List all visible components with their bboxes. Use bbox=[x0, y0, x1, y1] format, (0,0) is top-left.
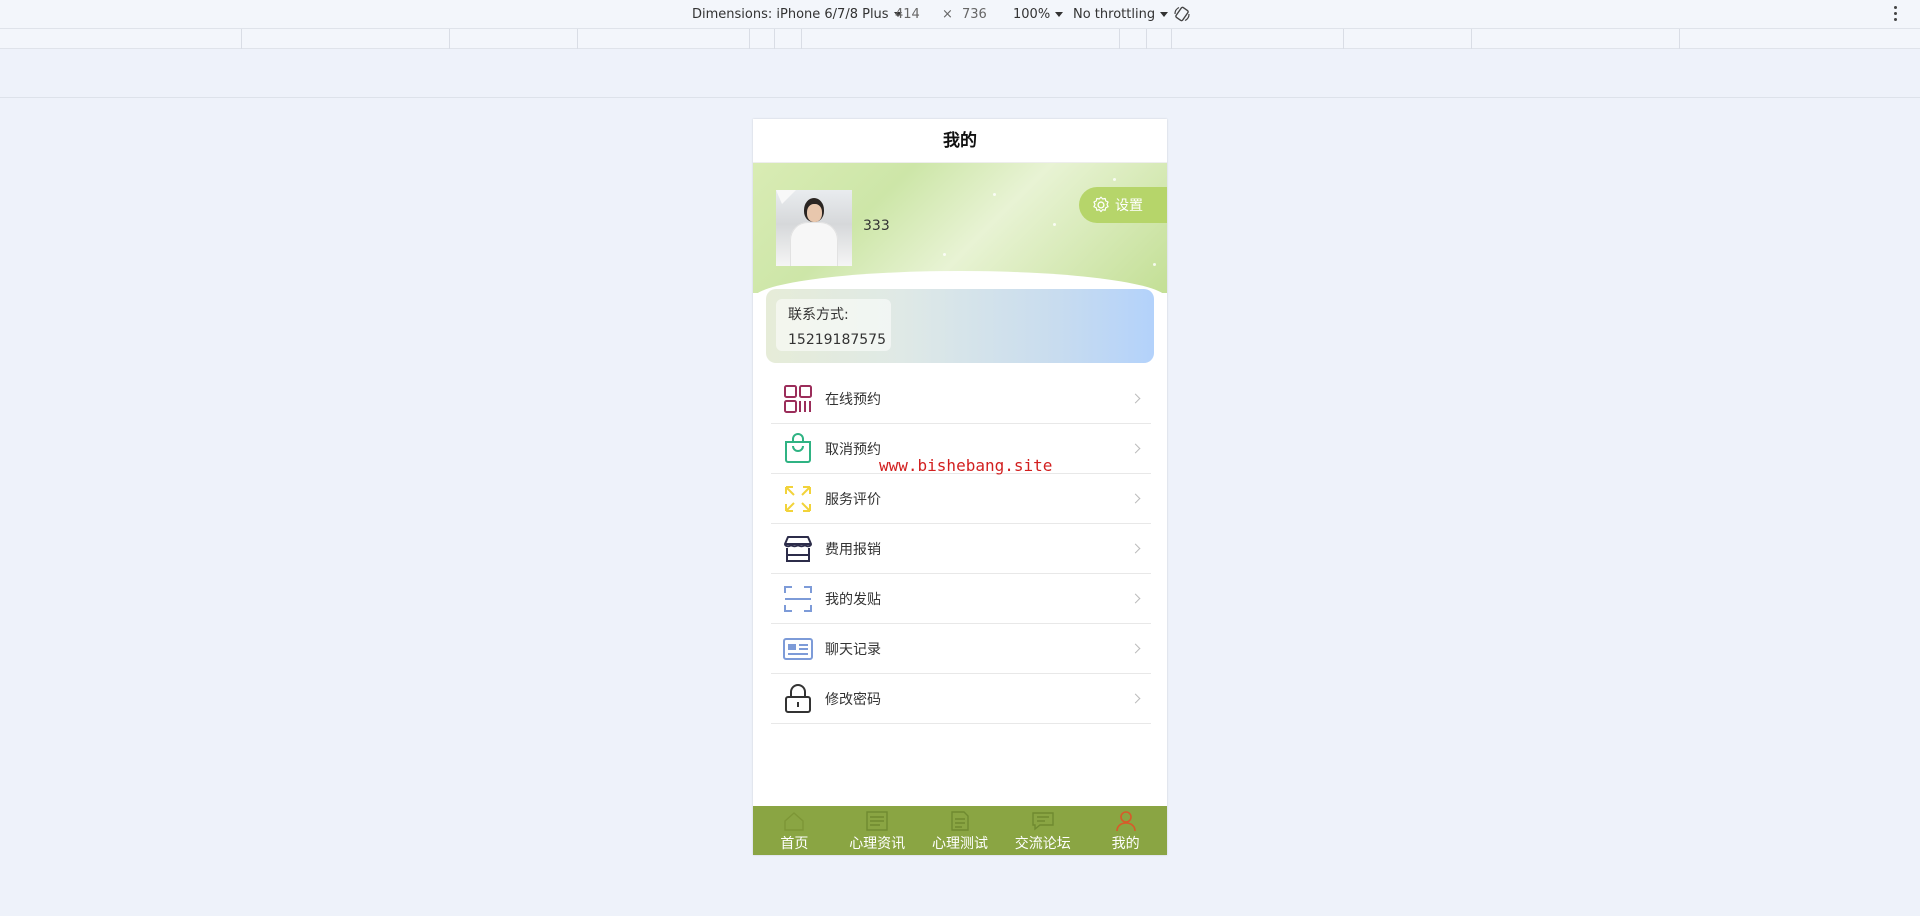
contact-label: 联系方式: bbox=[788, 307, 849, 323]
settings-button[interactable]: 设置 bbox=[1079, 187, 1167, 223]
more-options-icon[interactable] bbox=[1894, 6, 1898, 22]
test-icon bbox=[951, 811, 969, 831]
news-icon bbox=[866, 811, 888, 831]
chevron-right-icon bbox=[1130, 593, 1141, 604]
tab-psych-test[interactable]: 心理测试 bbox=[919, 806, 1002, 855]
contact-phone: 15219187575 bbox=[788, 332, 886, 348]
menu-item-my-posts[interactable]: 我的发贴 bbox=[771, 574, 1151, 624]
media-query-ruler bbox=[0, 29, 1920, 49]
chevron-right-icon bbox=[1130, 643, 1141, 654]
menu-item-label: 取消预约 bbox=[825, 441, 881, 458]
zoom-dropdown[interactable]: 100% bbox=[1013, 7, 1064, 22]
id-card-icon bbox=[783, 637, 813, 660]
chevron-right-icon bbox=[1130, 493, 1141, 504]
throttling-label: No throttling bbox=[1073, 7, 1156, 22]
chevron-right-icon bbox=[1130, 443, 1141, 454]
tab-label: 首页 bbox=[780, 836, 809, 852]
devtools-device-toolbar: Dimensions: iPhone 6/7/8 Plus 414 × 736 … bbox=[0, 0, 1920, 29]
tab-forum[interactable]: 交流论坛 bbox=[1001, 806, 1084, 855]
shopping-bag-icon bbox=[785, 432, 811, 463]
username: 333 bbox=[863, 218, 890, 234]
profile-header: 333 设置 bbox=[753, 163, 1167, 293]
home-icon bbox=[784, 812, 805, 831]
menu-item-change-password[interactable]: 修改密码 bbox=[771, 674, 1151, 724]
zoom-label: 100% bbox=[1013, 7, 1051, 22]
bottom-tab-bar: 首页 心理资讯 心理测试 交流论坛 我的 bbox=[753, 806, 1167, 855]
store-icon bbox=[784, 535, 812, 562]
user-icon bbox=[1115, 811, 1136, 832]
gear-icon bbox=[1093, 196, 1109, 213]
device-dimensions-label: Dimensions: iPhone 6/7/8 Plus bbox=[692, 7, 889, 22]
dimensions-times: × bbox=[942, 7, 953, 22]
expand-arrows-icon bbox=[785, 485, 811, 512]
grid-icon bbox=[784, 384, 812, 413]
contact-info: 联系方式: 15219187575 bbox=[776, 299, 891, 351]
tab-psych-news[interactable]: 心理资讯 bbox=[836, 806, 919, 855]
phone-viewport: 我的 333 设置 联系方式: 15219187575 在线预约 取消预约 服务… bbox=[753, 119, 1167, 855]
menu-item-label: 修改密码 bbox=[825, 691, 881, 708]
menu-item-service-review[interactable]: 服务评价 bbox=[771, 474, 1151, 524]
menu-item-label: 我的发贴 bbox=[825, 591, 881, 608]
chevron-down-icon bbox=[1055, 12, 1064, 17]
throttling-dropdown[interactable]: No throttling bbox=[1073, 7, 1169, 22]
chevron-down-icon bbox=[1160, 12, 1169, 17]
avatar[interactable] bbox=[776, 190, 852, 266]
settings-label: 设置 bbox=[1115, 198, 1143, 214]
media-query-bar bbox=[0, 49, 1920, 98]
tab-label: 心理资讯 bbox=[849, 836, 906, 852]
menu-item-online-booking[interactable]: 在线预约 bbox=[771, 374, 1151, 424]
tab-label: 我的 bbox=[1111, 836, 1140, 852]
menu-item-label: 在线预约 bbox=[825, 391, 881, 408]
lock-icon bbox=[785, 683, 811, 713]
device-dimensions-dropdown[interactable]: Dimensions: iPhone 6/7/8 Plus bbox=[692, 7, 902, 22]
chevron-right-icon bbox=[1130, 693, 1141, 704]
tab-label: 交流论坛 bbox=[1014, 836, 1071, 852]
contact-card: 联系方式: 15219187575 bbox=[766, 289, 1154, 363]
page-title: 我的 bbox=[753, 119, 1167, 163]
menu-item-label: 费用报销 bbox=[825, 541, 881, 558]
chevron-right-icon bbox=[1130, 393, 1141, 404]
height-input[interactable]: 736 bbox=[962, 7, 987, 22]
rotate-icon[interactable] bbox=[1173, 5, 1191, 23]
tab-label: 心理测试 bbox=[931, 836, 988, 852]
forum-icon bbox=[1032, 812, 1054, 831]
menu-item-label: 服务评价 bbox=[825, 491, 881, 508]
width-input[interactable]: 414 bbox=[895, 7, 920, 22]
watermark-text: www.bishebang.site bbox=[879, 456, 1053, 475]
menu-item-chat-history[interactable]: 聊天记录 bbox=[771, 624, 1151, 674]
menu-list: 在线预约 取消预约 服务评价 费用报销 我的发贴 聊天记录 修改密码 bbox=[771, 374, 1151, 724]
tab-home[interactable]: 首页 bbox=[753, 806, 836, 855]
tab-mine[interactable]: 我的 bbox=[1084, 806, 1167, 855]
menu-item-expense-claim[interactable]: 费用报销 bbox=[771, 524, 1151, 574]
chevron-right-icon bbox=[1130, 543, 1141, 554]
scan-frame-icon bbox=[784, 585, 812, 612]
menu-item-label: 聊天记录 bbox=[825, 641, 881, 658]
